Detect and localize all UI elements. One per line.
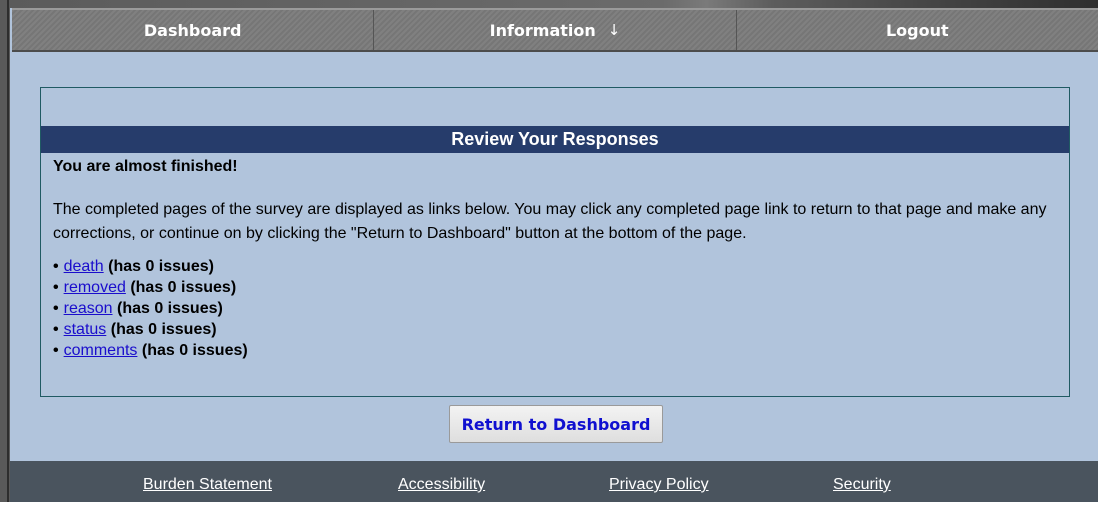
page-link-removed[interactable]: removed bbox=[64, 279, 126, 296]
arrow-down-icon: ↓ bbox=[607, 21, 621, 39]
top-navigation: Dashboard Information ↓ Logout bbox=[12, 8, 1098, 52]
window-left-edge bbox=[0, 0, 10, 502]
page-link-reason[interactable]: reason bbox=[64, 300, 113, 317]
list-item: • removed (has 0 issues) bbox=[53, 277, 1057, 298]
return-to-dashboard-button[interactable]: Return to Dashboard bbox=[449, 405, 663, 443]
completed-pages-list: • death (has 0 issues) • removed (has 0 is… bbox=[53, 256, 1057, 361]
nav-logout-label: Logout bbox=[885, 20, 949, 40]
list-item: • status (has 0 issues) bbox=[53, 319, 1057, 340]
page-link-comments[interactable]: comments bbox=[64, 342, 138, 359]
footer-link-privacy-policy[interactable]: Privacy Policy bbox=[609, 461, 709, 502]
list-item: • death (has 0 issues) bbox=[53, 256, 1057, 277]
bullet-icon: • bbox=[53, 342, 59, 359]
list-item: • reason (has 0 issues) bbox=[53, 298, 1057, 319]
list-item: • comments (has 0 issues) bbox=[53, 340, 1057, 361]
bullet-icon: • bbox=[53, 321, 59, 338]
issue-count: (has 0 issues) bbox=[141, 342, 248, 359]
instructions-text: The completed pages of the survey are di… bbox=[53, 201, 1047, 242]
nav-information-label: Information bbox=[489, 20, 596, 40]
page-link-death[interactable]: death bbox=[64, 258, 104, 275]
nav-dashboard[interactable]: Dashboard bbox=[12, 10, 375, 50]
review-panel: Review Your Responses You are almost fin… bbox=[40, 87, 1070, 397]
issue-count: (has 0 issues) bbox=[130, 279, 237, 296]
almost-finished-heading: You are almost finished! bbox=[53, 158, 238, 175]
footer: Burden Statement Accessibility Privacy P… bbox=[10, 461, 1098, 502]
footer-link-security[interactable]: Security bbox=[833, 461, 891, 502]
header-banner-strip bbox=[10, 0, 1098, 8]
nav-logout[interactable]: Logout bbox=[736, 10, 1098, 50]
nav-dashboard-label: Dashboard bbox=[143, 20, 242, 40]
issue-count: (has 0 issues) bbox=[116, 300, 223, 317]
bullet-icon: • bbox=[53, 258, 59, 275]
bullet-icon: • bbox=[53, 279, 59, 296]
page-link-status[interactable]: status bbox=[64, 321, 107, 338]
footer-link-burden-statement[interactable]: Burden Statement bbox=[143, 461, 272, 502]
review-panel-body: You are almost finished! The completed p… bbox=[53, 158, 1057, 361]
issue-count: (has 0 issues) bbox=[108, 258, 214, 275]
nav-information[interactable]: Information ↓ bbox=[374, 10, 737, 50]
bullet-icon: • bbox=[53, 300, 59, 317]
footer-link-accessibility[interactable]: Accessibility bbox=[398, 461, 485, 502]
issue-count: (has 0 issues) bbox=[110, 321, 217, 338]
review-panel-title: Review Your Responses bbox=[41, 126, 1069, 153]
